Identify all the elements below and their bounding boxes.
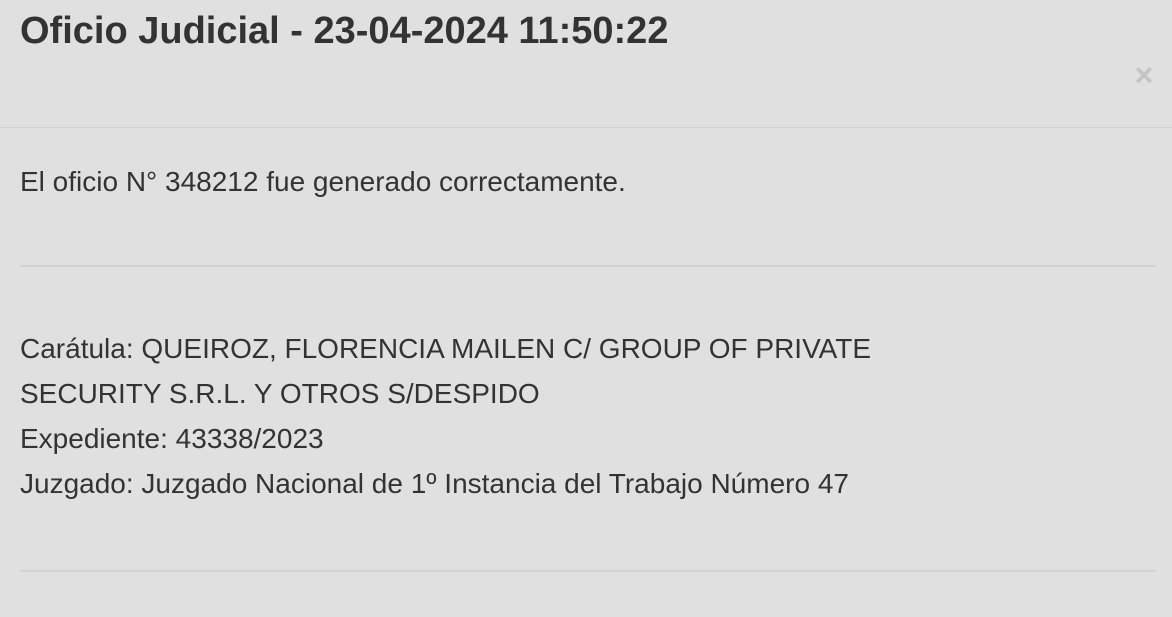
case-details: Carátula: QUEIROZ, FLORENCIA MAILEN C/ G… — [20, 326, 1020, 506]
modal-title: Oficio Judicial - 23-04-2024 11:50:22 — [20, 10, 669, 52]
expediente-text: Expediente: 43338/2023 — [20, 423, 324, 454]
caratula-text: Carátula: QUEIROZ, FLORENCIA MAILEN C/ G… — [20, 333, 872, 409]
juzgado-text: Juzgado: Juzgado Nacional de 1º Instanci… — [20, 468, 849, 499]
success-message: El oficio N° 348212 fue generado correct… — [20, 166, 626, 197]
oficio-modal: Oficio Judicial - 23-04-2024 11:50:22 × … — [0, 0, 1172, 617]
divider — [20, 570, 1156, 572]
modal-header: Oficio Judicial - 23-04-2024 11:50:22 × — [0, 0, 1172, 128]
close-button[interactable]: × — [1132, 59, 1156, 91]
divider — [20, 265, 1156, 267]
